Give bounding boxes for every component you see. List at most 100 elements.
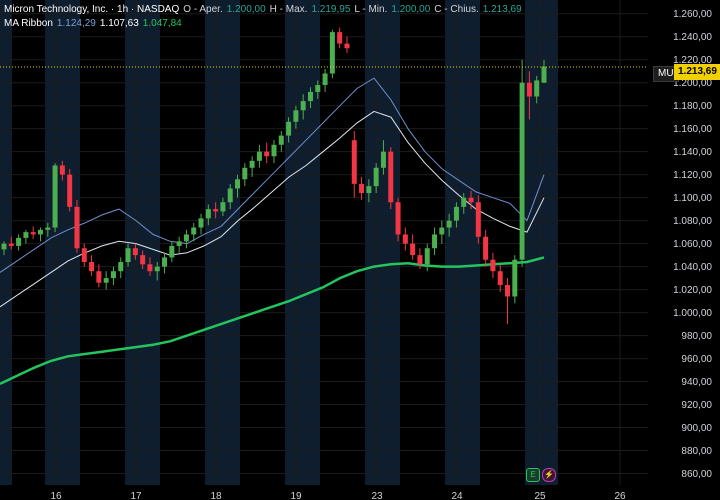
candle-body <box>191 227 197 235</box>
price-tick-label: 920,00 <box>681 400 712 411</box>
open-label: O - Aper. <box>183 4 223 15</box>
session-bands <box>0 0 558 485</box>
candle-body <box>505 285 511 297</box>
candle-body <box>169 245 175 258</box>
candle-body <box>373 167 379 187</box>
candle-body <box>461 197 467 207</box>
price-tick-label: 880,00 <box>681 446 712 457</box>
candle-body <box>519 82 525 260</box>
candle-body <box>497 271 503 286</box>
candle-body <box>249 160 255 168</box>
candle-body <box>432 234 438 249</box>
indicator-name[interactable]: MA Ribbon <box>4 17 53 31</box>
candle-body <box>512 259 518 297</box>
candle-body <box>96 271 102 283</box>
candle-body <box>439 227 445 235</box>
time-tick-label: 25 <box>534 491 546 500</box>
candle-body <box>388 151 394 203</box>
candle-body <box>490 259 496 272</box>
price-chart[interactable]: 1.260,001.240,001.220,001.200,001.180,00… <box>0 0 720 500</box>
candle-body <box>402 234 408 244</box>
candle-body <box>110 271 116 279</box>
session-band <box>285 0 320 485</box>
candle-body <box>8 243 14 246</box>
candle-body <box>395 202 401 235</box>
candle-body <box>256 151 262 161</box>
candle-body <box>315 85 321 92</box>
price-tick-label: 1.080,00 <box>673 216 712 227</box>
candle-body <box>81 248 87 263</box>
candle-body <box>67 174 73 207</box>
candle-body <box>526 82 532 97</box>
symbol-title[interactable]: Micron Technology, Inc. · 1h · NASDAQ <box>4 3 179 17</box>
candle-body <box>154 266 160 272</box>
time-tick-label: 16 <box>50 491 62 500</box>
price-tick-label: 860,00 <box>681 469 712 480</box>
candle-body <box>359 183 365 194</box>
candle-body <box>1 243 7 250</box>
time-axis[interactable]: 16 17 18 19 23 24 25 26 <box>50 491 626 500</box>
candle-body <box>278 135 284 145</box>
split-event-icon[interactable]: ⚡ <box>542 468 556 482</box>
candle-body <box>417 255 423 265</box>
candle-body <box>534 80 540 97</box>
candle-body <box>453 206 459 221</box>
candle-body <box>118 262 124 272</box>
time-tick-label: 26 <box>614 491 626 500</box>
price-tick-label: 1.140,00 <box>673 147 712 158</box>
price-tick-label: 1.260,00 <box>673 9 712 20</box>
time-tick-label: 18 <box>210 491 222 500</box>
candle-body <box>125 248 131 263</box>
candle-body <box>337 32 343 44</box>
candle-body <box>351 140 357 184</box>
candle-body <box>300 101 306 111</box>
candle-body <box>162 257 168 267</box>
candle-body <box>410 243 416 256</box>
price-tick-label: 1.120,00 <box>673 170 712 181</box>
price-tick-label: 1.180,00 <box>673 101 712 112</box>
time-tick-label: 23 <box>371 491 383 500</box>
session-band <box>365 0 400 485</box>
close-label: C - Chius. <box>434 4 479 15</box>
candle-body <box>59 165 65 175</box>
candle-body <box>483 236 489 260</box>
candle-body <box>213 209 219 212</box>
candle-body <box>147 264 153 272</box>
high-value: 1.219,95 <box>311 4 351 15</box>
candle-body <box>264 151 270 157</box>
candle-body <box>286 121 292 136</box>
candle-body <box>183 234 189 242</box>
candle-body <box>475 202 481 237</box>
candle-body <box>16 237 22 246</box>
low-label: L - Min. <box>354 4 388 15</box>
candle-body <box>380 151 386 168</box>
candle-body <box>37 229 43 235</box>
candle-body <box>52 165 58 228</box>
close-value: 1.213,69 <box>482 4 522 15</box>
candle-body <box>176 241 182 246</box>
earnings-event-icon[interactable]: E <box>526 468 540 482</box>
price-tick-label: 960,00 <box>681 354 712 365</box>
price-tick-label: 940,00 <box>681 377 712 388</box>
price-tick-label: 1.060,00 <box>673 239 712 250</box>
candle-body <box>541 66 547 83</box>
ma-mid-value: 1.107,63 <box>99 18 139 29</box>
chart-legend: Micron Technology, Inc. · 1h · NASDAQ O … <box>4 3 522 31</box>
high-label: H - Max. <box>269 4 308 15</box>
candle-body <box>322 73 328 86</box>
candle-body <box>366 186 372 194</box>
candle-body <box>205 209 211 219</box>
candle-body <box>23 232 29 238</box>
ma-slow-value: 1.047,84 <box>142 18 182 29</box>
candle-body <box>271 144 277 157</box>
candle-body <box>468 197 474 203</box>
candle-body <box>446 220 452 228</box>
price-tick-label: 1.100,00 <box>673 193 712 204</box>
candle-body <box>307 91 313 102</box>
candle-body <box>45 227 51 230</box>
candle-body <box>89 262 95 272</box>
session-band <box>0 0 12 485</box>
candle-body <box>293 110 299 122</box>
candle-body <box>227 188 233 203</box>
low-value: 1.200,00 <box>391 4 431 15</box>
